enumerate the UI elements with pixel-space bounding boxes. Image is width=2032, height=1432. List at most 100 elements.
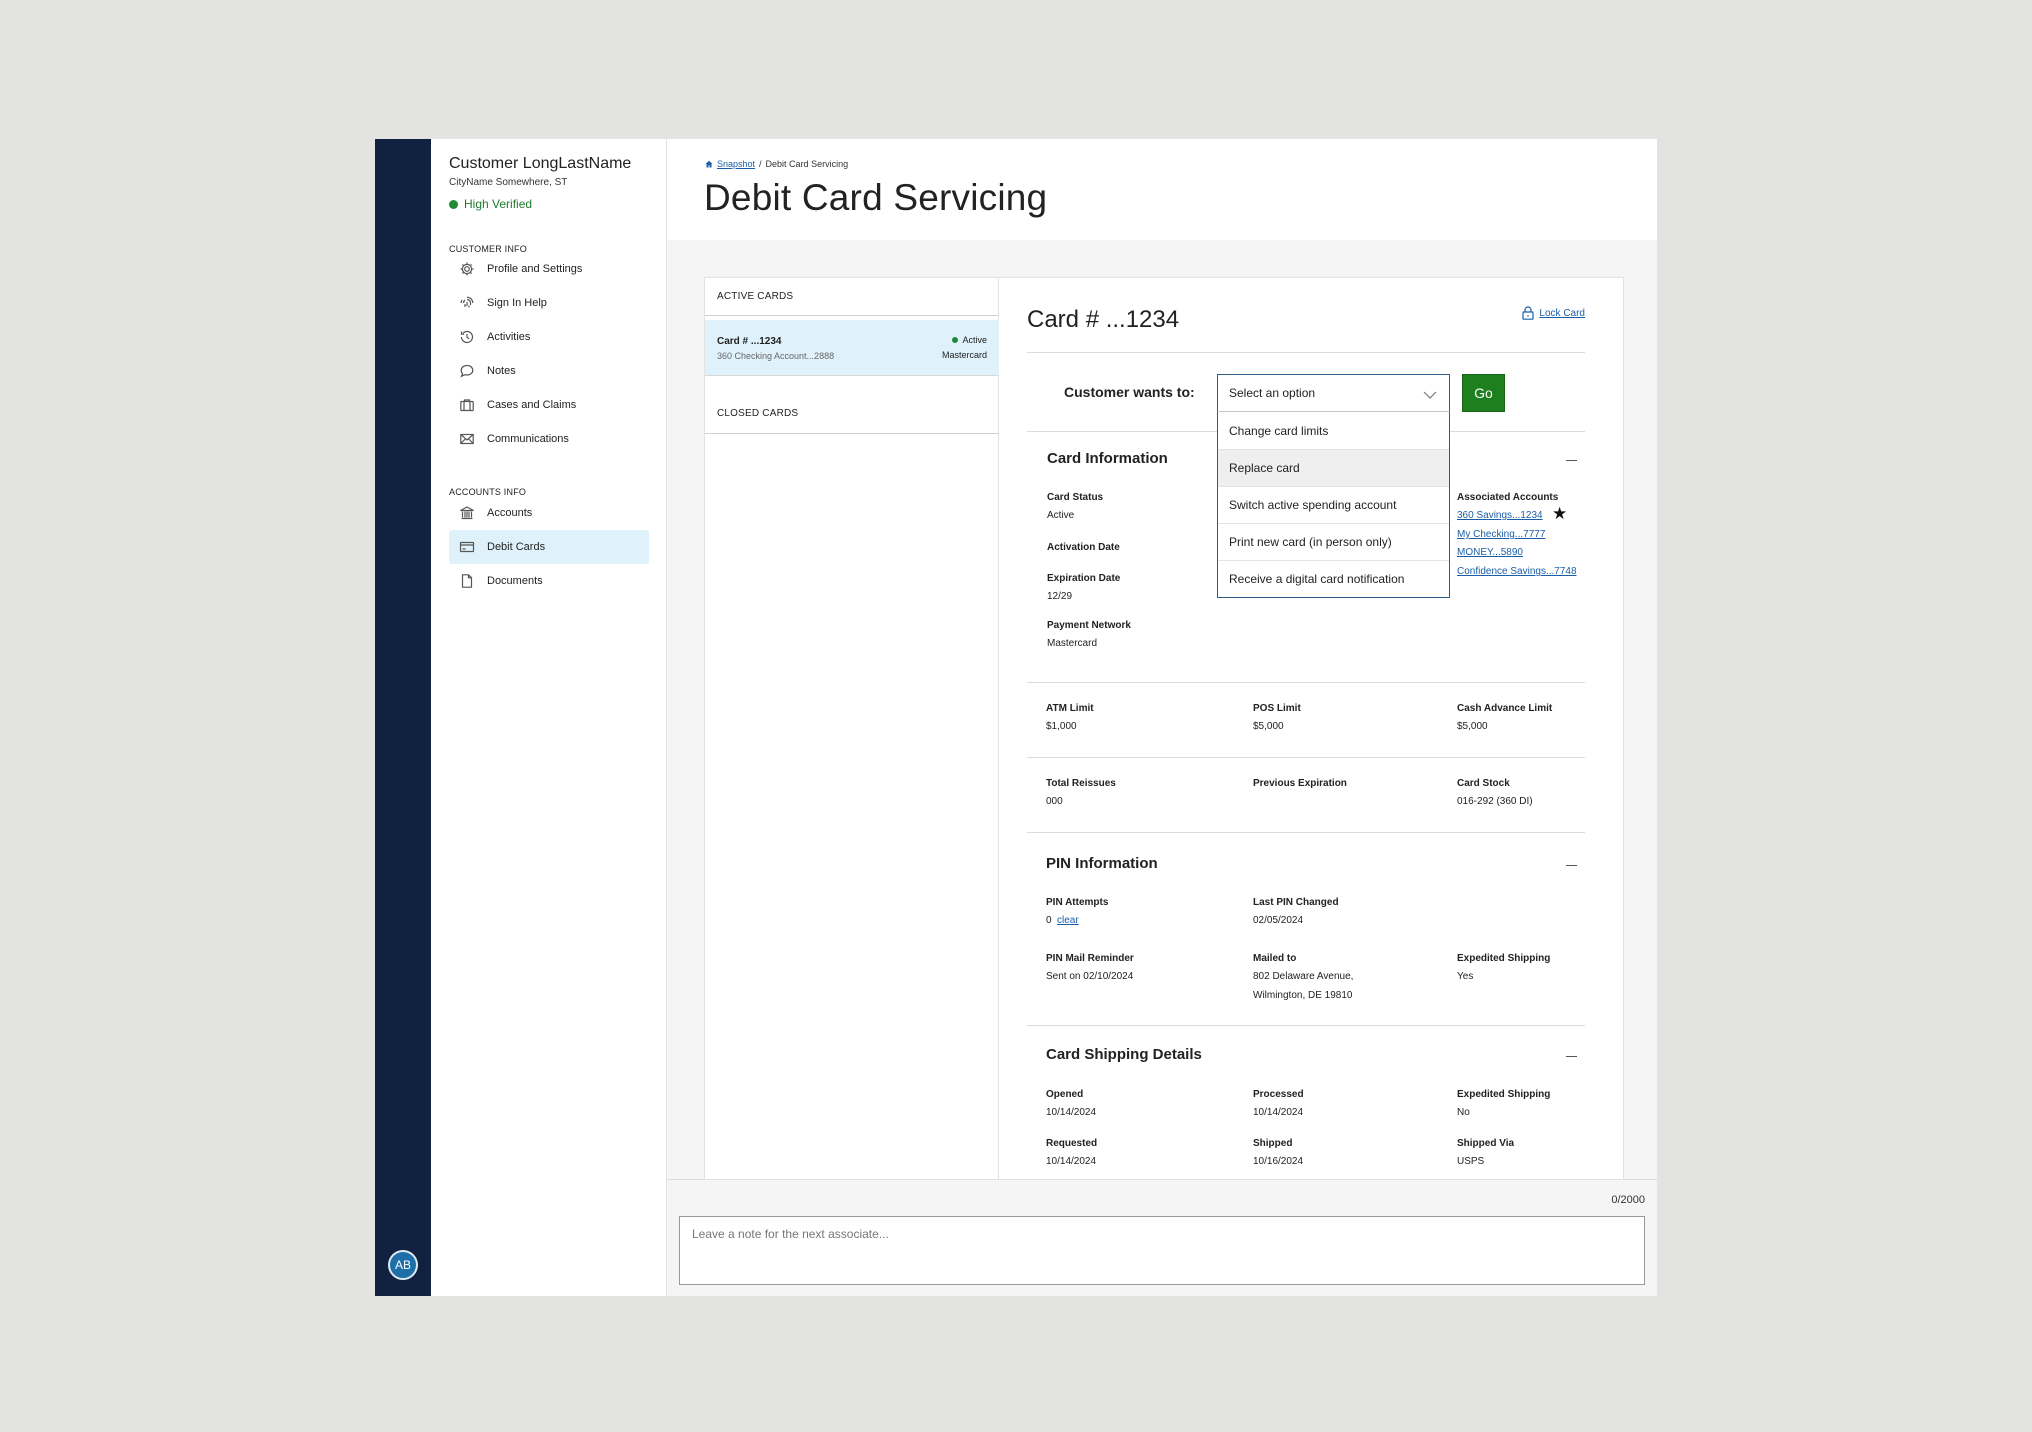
sidebar-item-debit-cards[interactable]: Debit Cards bbox=[449, 530, 649, 564]
page-header: Snapshot / Debit Card Servicing Debit Ca… bbox=[667, 139, 1657, 240]
expiration-date-value: 12/29 bbox=[1047, 591, 1073, 602]
app-window: AB Customer LongLastName CityName Somewh… bbox=[375, 139, 1657, 1296]
credit-card-icon bbox=[457, 537, 477, 557]
avatar[interactable]: AB bbox=[388, 1250, 418, 1280]
action-dropdown-menu: Change card limits Replace card Switch a… bbox=[1217, 412, 1450, 598]
card-status-value: Active bbox=[1047, 510, 1075, 521]
card-information-heading: Card Information bbox=[1047, 450, 1168, 467]
card-list-item[interactable]: Card # ...1234 360 Checking Account...28… bbox=[705, 320, 999, 376]
sidebar-item-label: Sign In Help bbox=[487, 297, 547, 309]
collapse-icon[interactable] bbox=[1566, 865, 1577, 866]
customer-name: Customer LongLastName bbox=[449, 155, 632, 172]
closed-cards-heading[interactable]: CLOSED CARDS bbox=[705, 394, 999, 434]
associated-account-link[interactable]: 360 Savings...1234 bbox=[1457, 510, 1543, 521]
processed-label: Processed bbox=[1253, 1089, 1304, 1100]
envelope-icon bbox=[457, 429, 477, 449]
option-switch-spending-account[interactable]: Switch active spending account bbox=[1218, 486, 1449, 523]
card-network: Mastercard bbox=[941, 350, 987, 360]
pin-expedited-label: Expedited Shipping bbox=[1457, 953, 1551, 964]
card-stock-label: Card Stock bbox=[1457, 778, 1510, 789]
associated-accounts-label: Associated Accounts bbox=[1457, 492, 1559, 503]
divider bbox=[1027, 832, 1585, 833]
briefcase-icon bbox=[457, 395, 477, 415]
card-stock-value: 016-292 (360 DI) bbox=[1457, 796, 1533, 807]
requested-label: Requested bbox=[1046, 1138, 1098, 1149]
card-detail-title: Card # ...1234 bbox=[1027, 306, 1180, 333]
sidebar-item-accounts[interactable]: Accounts bbox=[449, 496, 649, 530]
sidebar-item-sign-in-help[interactable]: Sign In Help bbox=[449, 286, 649, 320]
divider bbox=[1027, 1025, 1585, 1026]
cards-panel: ACTIVE CARDS Card # ...1234 360 Checking… bbox=[704, 277, 1624, 1277]
sidebar-item-notes[interactable]: Notes bbox=[449, 354, 649, 388]
associated-account-link[interactable]: My Checking...7777 bbox=[1457, 529, 1545, 540]
processed-value: 10/14/2024 bbox=[1253, 1107, 1304, 1118]
sidebar-item-label: Cases and Claims bbox=[487, 399, 577, 411]
opened-value: 10/14/2024 bbox=[1046, 1107, 1097, 1118]
customer-info-nav: Profile and Settings Sign In Help Activi… bbox=[449, 252, 649, 456]
home-icon bbox=[705, 160, 713, 168]
sidebar-item-activities[interactable]: Activities bbox=[449, 320, 649, 354]
pin-expedited-value: Yes bbox=[1457, 971, 1474, 982]
shipped-label: Shipped bbox=[1253, 1138, 1293, 1149]
option-digital-card-notification[interactable]: Receive a digital card notification bbox=[1218, 560, 1449, 597]
pin-attempts-value: 0 bbox=[1046, 915, 1052, 926]
atm-limit-label: ATM Limit bbox=[1046, 703, 1094, 714]
active-cards-heading: ACTIVE CARDS bbox=[705, 278, 998, 316]
action-select[interactable]: Select an option bbox=[1217, 374, 1450, 412]
status-dot-icon bbox=[449, 199, 458, 209]
collapse-icon[interactable] bbox=[1566, 1056, 1577, 1057]
sidebar-item-profile-settings[interactable]: Profile and Settings bbox=[449, 252, 649, 286]
sidebar-item-communications[interactable]: Communications bbox=[449, 422, 649, 456]
payment-network-label: Payment Network bbox=[1047, 620, 1131, 631]
associated-account-link[interactable]: MONEY...5890 bbox=[1457, 547, 1523, 558]
fingerprint-icon bbox=[457, 293, 477, 313]
requested-value: 10/14/2024 bbox=[1046, 1156, 1097, 1167]
sidebar-item-label: Documents bbox=[487, 575, 543, 587]
go-button[interactable]: Go bbox=[1462, 374, 1505, 412]
associated-account-link[interactable]: Confidence Savings...7748 bbox=[1457, 566, 1577, 577]
verification-label: High Verified bbox=[464, 197, 533, 211]
shipping-expedited-value: No bbox=[1457, 1107, 1470, 1118]
sidebar-item-label: Communications bbox=[487, 433, 569, 445]
breadcrumb-link-snapshot[interactable]: Snapshot bbox=[717, 159, 755, 169]
shipping-expedited-label: Expedited Shipping bbox=[1457, 1089, 1551, 1100]
card-account: 360 Checking Account...2888 bbox=[717, 351, 835, 361]
shipped-via-label: Shipped Via bbox=[1457, 1138, 1515, 1149]
last-pin-changed-label: Last PIN Changed bbox=[1253, 897, 1339, 908]
opened-label: Opened bbox=[1046, 1089, 1084, 1100]
option-change-card-limits[interactable]: Change card limits bbox=[1218, 412, 1449, 449]
action-select-value: Select an option bbox=[1229, 386, 1316, 400]
status-dot-icon bbox=[952, 337, 959, 343]
shipped-via-value: USPS bbox=[1457, 1156, 1485, 1167]
option-replace-card[interactable]: Replace card bbox=[1218, 449, 1449, 486]
pin-mail-reminder-value: Sent on 02/10/2024 bbox=[1046, 971, 1134, 982]
atm-limit-value: $1,000 bbox=[1046, 721, 1077, 732]
bank-icon bbox=[457, 503, 477, 523]
customer-wants-label: Customer wants to: bbox=[1064, 384, 1195, 400]
collapse-icon[interactable] bbox=[1566, 460, 1577, 461]
card-list: ACTIVE CARDS Card # ...1234 360 Checking… bbox=[705, 278, 999, 1277]
card-shipping-heading: Card Shipping Details bbox=[1046, 1046, 1202, 1063]
customer-location: CityName Somewhere, ST bbox=[449, 177, 568, 188]
clear-pin-attempts-link[interactable]: clear bbox=[1057, 915, 1079, 926]
activation-date-label: Activation Date bbox=[1047, 542, 1120, 553]
note-character-counter: 0/2000 bbox=[1611, 1194, 1645, 1206]
main-content: Snapshot / Debit Card Servicing Debit Ca… bbox=[667, 139, 1657, 1296]
mailed-to-line-2: Wilmington, DE 19810 bbox=[1253, 990, 1353, 1001]
sidebar-item-cases-claims[interactable]: Cases and Claims bbox=[449, 388, 649, 422]
expiration-date-label: Expiration Date bbox=[1047, 573, 1121, 584]
card-status-label: Card Status bbox=[1047, 492, 1104, 503]
sidebar-item-documents[interactable]: Documents bbox=[449, 564, 649, 598]
history-icon bbox=[457, 327, 477, 347]
card-title: Card # ...1234 bbox=[717, 336, 782, 347]
option-print-new-card[interactable]: Print new card (in person only) bbox=[1218, 523, 1449, 560]
lock-card-label: Lock Card bbox=[1539, 307, 1585, 319]
note-input[interactable] bbox=[679, 1216, 1645, 1285]
cash-advance-value: $5,000 bbox=[1457, 721, 1488, 732]
sidebar-item-label: Activities bbox=[487, 331, 531, 343]
page-title: Debit Card Servicing bbox=[704, 177, 1048, 218]
accounts-info-nav: Accounts Debit Cards Documents bbox=[449, 496, 649, 598]
lock-card-link[interactable]: Lock Card bbox=[1522, 306, 1585, 320]
speech-bubble-icon bbox=[457, 361, 477, 381]
verification-status: High Verified bbox=[449, 197, 532, 211]
